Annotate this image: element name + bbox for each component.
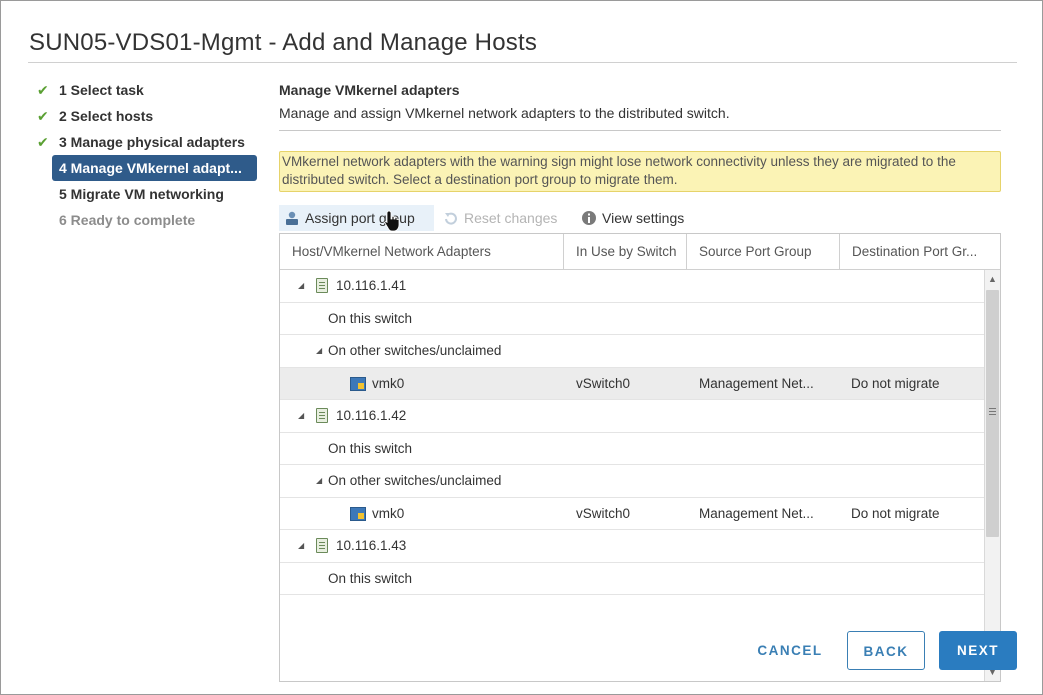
host-name: 10.116.1.42 xyxy=(336,408,407,423)
vmkernel-adapters-grid: Host/VMkernel Network Adapters In Use by… xyxy=(279,233,1001,682)
table-row-group[interactable]: On this switch xyxy=(280,303,984,335)
step-label: 5 Migrate VM networking xyxy=(59,186,224,202)
expand-triangle-icon[interactable]: ◢ xyxy=(298,400,304,432)
in-use-switch: vSwitch0 xyxy=(576,505,631,521)
step-label: 1 Select task xyxy=(59,82,144,98)
table-row-group[interactable]: On this switch xyxy=(280,433,984,465)
group-label: On this switch xyxy=(328,310,413,326)
host-server-icon xyxy=(316,408,328,423)
step-manage-vmkernel-adapters[interactable]: 4 Manage VMkernel adapt... xyxy=(52,155,257,181)
step-manage-physical-adapters[interactable]: ✔ 3 Manage physical adapters xyxy=(35,129,265,155)
wizard-steps: ✔ 1 Select task ✔ 2 Select hosts ✔ 3 Man… xyxy=(35,77,265,233)
back-button[interactable]: BACK xyxy=(847,631,925,670)
scrollbar-thumb[interactable] xyxy=(986,290,999,537)
table-row-adapter[interactable]: vmk0 vSwitch0 Management Net... Do not m… xyxy=(280,498,984,530)
host-name: 10.116.1.43 xyxy=(336,538,407,553)
title-divider xyxy=(28,62,1017,63)
subgroup-label: On other switches/unclaimed xyxy=(328,473,502,488)
next-button[interactable]: NEXT xyxy=(939,631,1017,670)
source-port-group: Management Net... xyxy=(699,505,814,521)
table-row-subgroup[interactable]: ◢ On other switches/unclaimed xyxy=(280,335,984,368)
source-port-group: Management Net... xyxy=(699,375,814,391)
host-name: 10.116.1.41 xyxy=(336,278,407,293)
checkmark-icon: ✔ xyxy=(37,82,49,98)
step-label: 4 Manage VMkernel adapt... xyxy=(59,160,242,176)
adapter-name: vmk0 xyxy=(372,505,405,521)
step-migrate-vm-networking[interactable]: 5 Migrate VM networking xyxy=(35,181,265,207)
destination-port-group[interactable]: Do not migrate xyxy=(851,498,940,530)
subgroup-label: On other switches/unclaimed xyxy=(328,343,502,358)
reset-changes-button: Reset changes xyxy=(443,205,557,231)
vertical-scrollbar[interactable]: ▲ ▼ xyxy=(984,270,1000,681)
view-settings-label: View settings xyxy=(602,210,685,226)
column-header-source-port-group[interactable]: Source Port Group xyxy=(687,234,839,269)
expand-triangle-icon[interactable]: ◢ xyxy=(298,530,304,562)
adapter-name: vmk0 xyxy=(372,375,405,391)
info-icon xyxy=(582,211,596,225)
checkmark-icon: ✔ xyxy=(37,134,49,150)
warning-banner: VMkernel network adapters with the warni… xyxy=(279,151,1001,192)
grid-body: ◢ 10.116.1.41 On this switch ◢ On other … xyxy=(280,270,984,681)
step-ready-to-complete: 6 Ready to complete xyxy=(35,207,265,233)
add-manage-hosts-dialog: SUN05-VDS01-Mgmt - Add and Manage Hosts … xyxy=(0,0,1043,695)
scroll-up-arrow-icon[interactable]: ▲ xyxy=(985,271,1000,287)
table-row-host[interactable]: ◢ 10.116.1.41 xyxy=(280,270,984,303)
grip-icon xyxy=(989,408,996,409)
expand-triangle-icon[interactable]: ◢ xyxy=(298,270,304,302)
step-label: 3 Manage physical adapters xyxy=(59,134,245,150)
assign-port-group-button[interactable]: Assign port group xyxy=(279,205,434,231)
table-row-group[interactable]: On this switch xyxy=(280,563,984,595)
hand-cursor-icon xyxy=(384,210,400,232)
section-description: Manage and assign VMkernel network adapt… xyxy=(279,105,730,121)
grid-header: Host/VMkernel Network Adapters In Use by… xyxy=(280,234,1000,270)
reset-icon xyxy=(445,212,457,225)
column-header-in-use-by-switch[interactable]: In Use by Switch xyxy=(564,234,686,269)
expand-triangle-icon[interactable]: ◢ xyxy=(316,465,322,497)
group-label: On this switch xyxy=(328,440,413,456)
step-label: 2 Select hosts xyxy=(59,108,154,124)
step-select-hosts[interactable]: ✔ 2 Select hosts xyxy=(35,103,265,129)
column-header-destination-port-group[interactable]: Destination Port Gr... xyxy=(840,234,985,269)
step-select-task[interactable]: ✔ 1 Select task xyxy=(35,77,265,103)
table-row-subgroup[interactable]: ◢ On other switches/unclaimed xyxy=(280,465,984,498)
view-settings-button[interactable]: View settings xyxy=(581,205,684,231)
vmkernel-adapter-icon xyxy=(350,376,366,391)
main-content: Manage VMkernel adapters Manage and assi… xyxy=(279,79,1001,682)
dialog-title: SUN05-VDS01-Mgmt - Add and Manage Hosts xyxy=(29,29,538,56)
column-header-host-adapters[interactable]: Host/VMkernel Network Adapters xyxy=(280,234,563,269)
vmkernel-adapter-icon xyxy=(350,506,366,521)
host-server-icon xyxy=(316,538,328,553)
section-title: Manage VMkernel adapters xyxy=(279,82,460,98)
checkmark-icon: ✔ xyxy=(37,108,49,124)
table-row-host[interactable]: ◢ 10.116.1.43 xyxy=(280,530,984,563)
step-label: 6 Ready to complete xyxy=(59,212,196,228)
cancel-button[interactable]: CANCEL xyxy=(746,631,834,670)
destination-port-group[interactable]: Do not migrate xyxy=(851,368,940,400)
table-row-adapter[interactable]: vmk0 vSwitch0 Management Net... Do not m… xyxy=(280,367,984,400)
section-divider xyxy=(279,130,1001,131)
in-use-switch: vSwitch0 xyxy=(576,375,631,391)
host-server-icon xyxy=(316,278,328,293)
group-label: On this switch xyxy=(328,570,413,586)
reset-label: Reset changes xyxy=(464,210,558,226)
assign-port-group-icon xyxy=(286,211,298,225)
table-row-host[interactable]: ◢ 10.116.1.42 xyxy=(280,400,984,433)
expand-triangle-icon[interactable]: ◢ xyxy=(316,335,322,367)
